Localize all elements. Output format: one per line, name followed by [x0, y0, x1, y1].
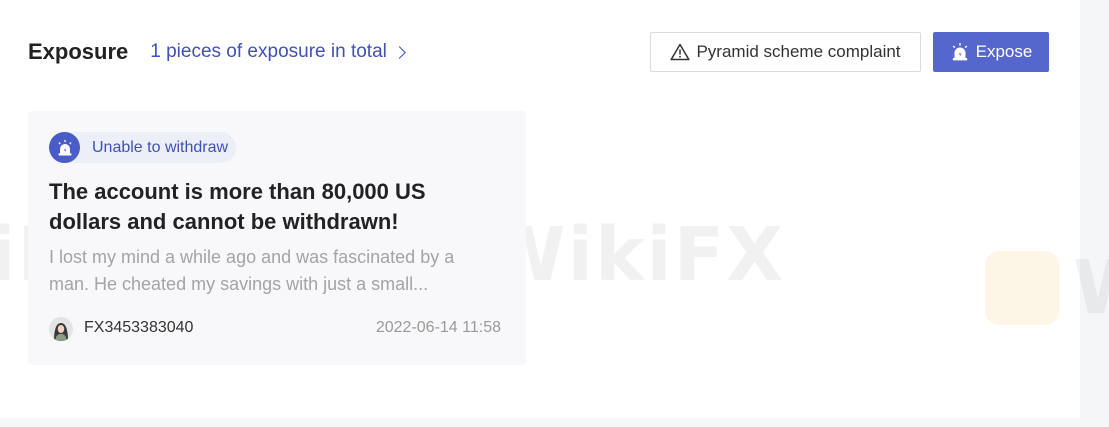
- exposure-total-label: 1 pieces of exposure in total: [150, 41, 387, 62]
- avatar: [49, 317, 73, 341]
- page-title: Exposure: [28, 39, 129, 64]
- exposure-header: Exposure 1 pieces of exposure in total P…: [28, 32, 1049, 72]
- pyramid-complaint-label: Pyramid scheme complaint: [696, 42, 901, 61]
- warning-triangle-icon: [670, 43, 691, 61]
- exposure-total-link[interactable]: 1 pieces of exposure in total: [150, 41, 406, 63]
- pyramid-complaint-button[interactable]: Pyramid scheme complaint: [650, 32, 921, 72]
- expose-label: Expose: [975, 42, 1033, 61]
- tag-label: Unable to withdraw: [92, 138, 229, 156]
- user-avatar-icon: [49, 317, 73, 341]
- header-actions: Pyramid scheme complaint Expose: [650, 32, 1049, 72]
- user-name: FX3453383040: [84, 319, 194, 336]
- post-date: 2022-06-14 11:58: [375, 319, 501, 336]
- tag-icon-badge: [49, 132, 80, 163]
- card-excerpt: I lost my mind a while ago and was fasci…: [49, 247, 455, 294]
- exposure-tag: Unable to withdraw: [49, 132, 237, 163]
- card-title[interactable]: The account is more than 80,000 US dolla…: [49, 177, 479, 237]
- alarm-icon: [57, 139, 72, 156]
- exposure-card[interactable]: Unable to withdraw The account is more t…: [28, 111, 526, 365]
- alarm-icon: [952, 43, 967, 61]
- chevron-right-icon: [392, 46, 406, 59]
- expose-button[interactable]: Expose: [933, 32, 1049, 72]
